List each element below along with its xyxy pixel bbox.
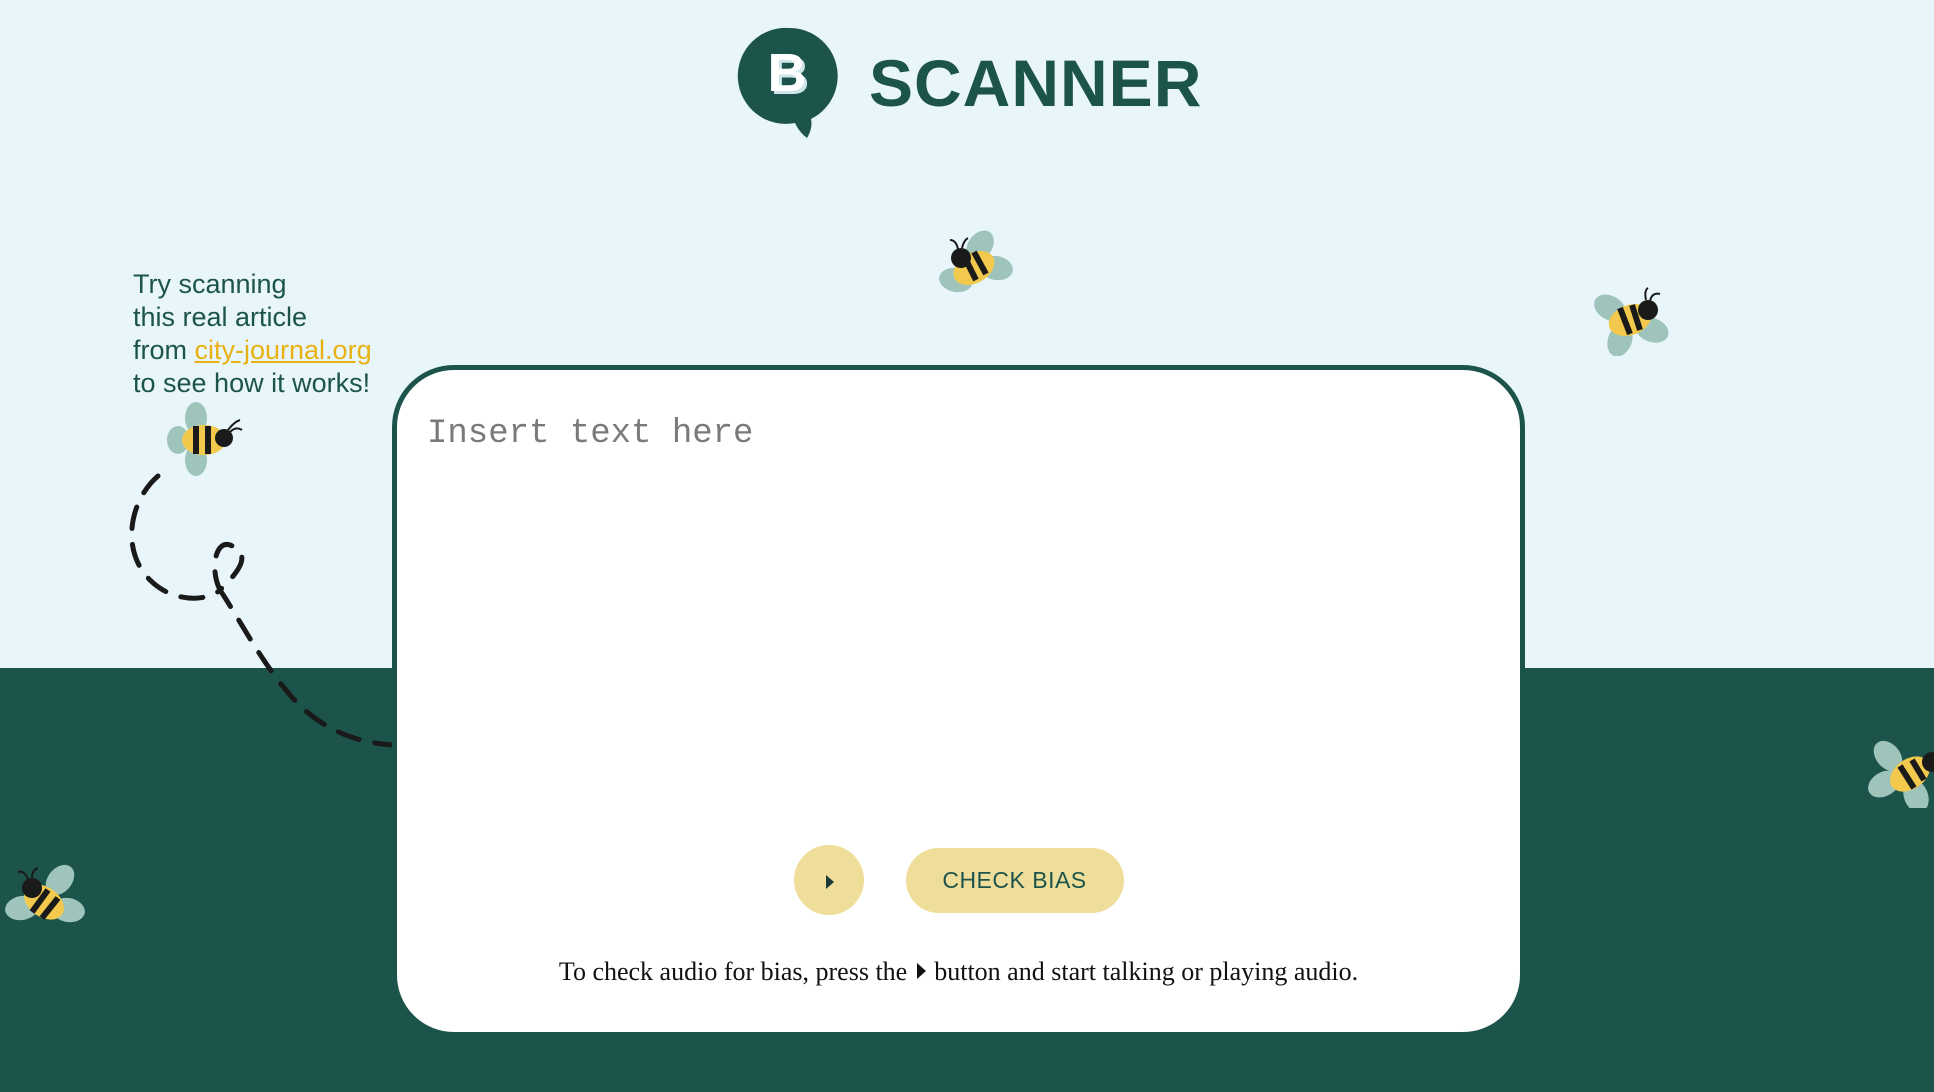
sample-article-link[interactable]: city-journal.org bbox=[195, 335, 372, 365]
play-icon bbox=[826, 875, 834, 889]
hint-line-3: from city-journal.org bbox=[133, 334, 423, 367]
brand-name: SCANNER bbox=[869, 46, 1203, 120]
hint-line-4: to see how it works! bbox=[133, 368, 371, 398]
bee-icon bbox=[167, 402, 243, 476]
hint-line-1: Try scanning bbox=[133, 269, 287, 299]
help-text-before: To check audio for bias, press the bbox=[558, 957, 908, 986]
play-icon-inline bbox=[917, 963, 927, 979]
dashed-trail bbox=[129, 473, 403, 748]
bee-icon bbox=[1594, 287, 1669, 356]
check-bias-button[interactable]: CHECK BIAS bbox=[905, 847, 1124, 913]
logo-letter: B bbox=[768, 43, 807, 103]
hint-line-3-prefix: from bbox=[133, 335, 195, 365]
hint-line-2: this real article bbox=[133, 302, 308, 332]
audio-help-text: To check audio for bias, press the button… bbox=[397, 957, 1520, 987]
scanner-card: CHECK BIAS To check audio for bias, pres… bbox=[392, 365, 1525, 1037]
scanner-controls: CHECK BIAS bbox=[397, 845, 1520, 915]
play-audio-button[interactable] bbox=[793, 845, 864, 915]
logo[interactable]: B B SCANNER bbox=[737, 24, 1202, 142]
text-input[interactable] bbox=[427, 415, 1487, 755]
sample-article-hint: Try scanning this real article from city… bbox=[133, 268, 423, 400]
bee-icon bbox=[1868, 740, 1934, 808]
logo-icon: B B bbox=[737, 27, 838, 138]
help-text-after: button and start talking or playing audi… bbox=[934, 957, 1359, 986]
bee-icon bbox=[939, 230, 1013, 293]
bee-icon bbox=[5, 864, 85, 923]
